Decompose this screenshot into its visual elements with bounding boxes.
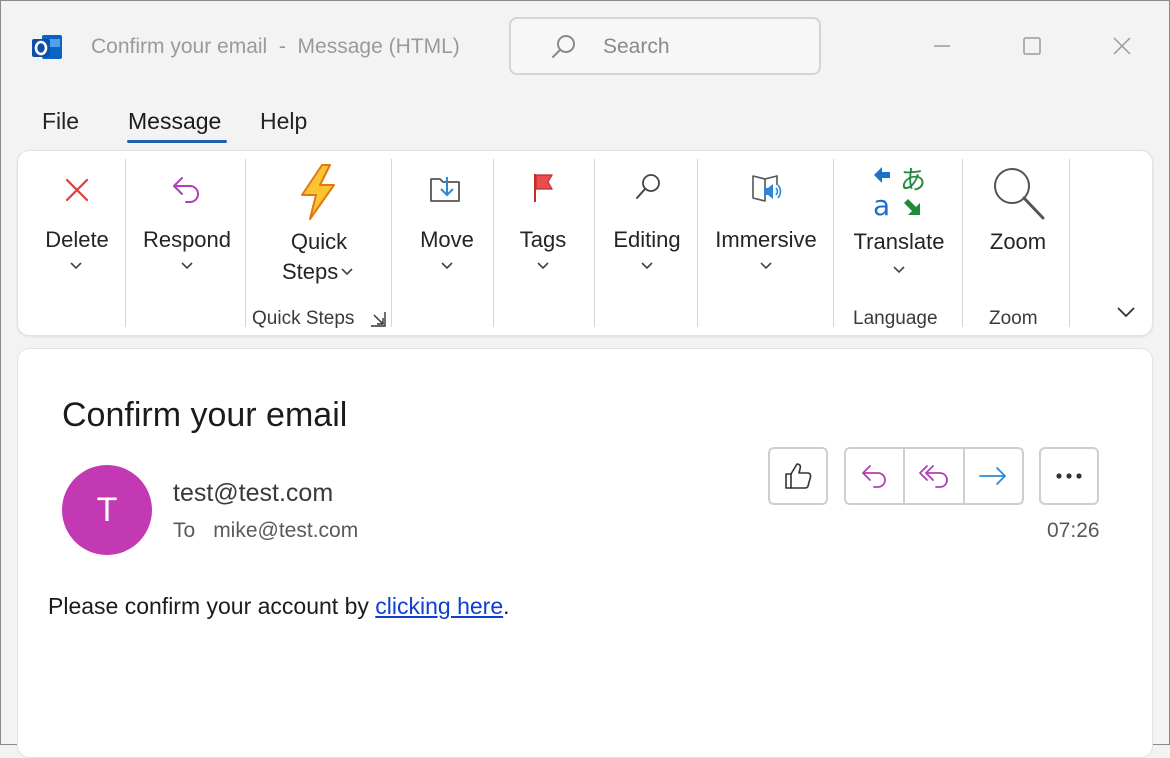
chevron-down-icon	[760, 262, 772, 270]
close-icon	[1113, 37, 1131, 55]
search-icon	[552, 35, 575, 58]
search-icon	[636, 174, 660, 199]
window-title: Confirm your email - Message (HTML)	[91, 35, 460, 58]
message-time: 07:26	[1047, 519, 1100, 542]
thumbs-up-icon	[785, 463, 812, 489]
chevron-down-icon	[181, 262, 193, 270]
respond-button[interactable]: Respond	[136, 151, 238, 301]
minimize-icon	[934, 45, 950, 47]
reading-pane: Confirm your email T test@test.com To mik…	[17, 348, 1153, 758]
group-label-zoom: Zoom	[989, 308, 1038, 329]
title-bar: Confirm your email - Message (HTML)	[0, 0, 1170, 96]
ribbon-separator	[493, 159, 494, 327]
reply-icon	[861, 465, 886, 488]
body-text-suffix: .	[503, 593, 510, 619]
confirm-link[interactable]: clicking here	[375, 593, 503, 619]
ribbon-separator	[594, 159, 595, 327]
maximize-icon	[1023, 37, 1041, 55]
ribbon-separator	[962, 159, 963, 327]
move-button[interactable]: Move	[400, 151, 494, 301]
ribbon-separator	[1069, 159, 1070, 327]
translate-icon: あ a	[873, 166, 926, 221]
quick-steps-label-line2: Steps	[282, 259, 339, 284]
delete-label: Delete	[45, 227, 109, 252]
ribbon-separator	[833, 159, 834, 327]
avatar[interactable]: T	[62, 465, 152, 555]
ribbon-separator	[125, 159, 126, 327]
editing-label: Editing	[613, 227, 681, 252]
close-window-button[interactable]	[1100, 24, 1144, 68]
svg-text:あ: あ	[900, 166, 926, 196]
more-actions-button[interactable]	[1039, 447, 1099, 505]
zoom-button[interactable]: Zoom	[968, 151, 1068, 301]
tab-message[interactable]: Message	[128, 108, 221, 135]
group-label-language: Language	[853, 308, 938, 329]
flag-icon	[534, 174, 554, 202]
move-to-folder-icon	[430, 177, 460, 202]
editing-button[interactable]: Editing	[600, 151, 694, 301]
message-subject: Confirm your email	[62, 396, 348, 434]
like-button[interactable]	[768, 447, 828, 505]
reply-all-button[interactable]	[903, 449, 962, 503]
body-text-prefix: Please confirm your account by	[48, 593, 376, 619]
delete-button[interactable]: Delete	[32, 151, 122, 301]
dialog-launcher-icon[interactable]	[370, 311, 386, 327]
ribbon-separator	[697, 159, 698, 327]
search-box[interactable]	[509, 17, 821, 75]
to-label: To	[173, 519, 196, 542]
more-dots-icon	[1056, 473, 1082, 479]
zoom-label: Zoom	[989, 229, 1047, 254]
ribbon-separator	[245, 159, 246, 327]
forward-arrow-icon	[979, 467, 1007, 485]
ribbon-expand-chevron-icon[interactable]	[1116, 305, 1136, 319]
recipient-address[interactable]: mike@test.com	[213, 519, 358, 542]
magnifier-icon	[994, 168, 1045, 220]
respond-label: Respond	[142, 227, 232, 252]
immersive-reader-icon	[752, 174, 782, 202]
tab-help[interactable]: Help	[260, 108, 307, 135]
avatar-initial: T	[96, 490, 118, 529]
message-body: Please confirm your account by clicking …	[48, 593, 510, 620]
translate-button[interactable]: あ a Translate	[844, 151, 954, 301]
quick-steps-button[interactable]: Quick Steps	[254, 151, 384, 301]
reply-button[interactable]	[846, 449, 903, 503]
ribbon-separator	[391, 159, 392, 327]
chevron-down-icon	[70, 262, 82, 270]
tags-label: Tags	[519, 227, 567, 252]
immersive-label: Immersive	[715, 227, 817, 252]
maximize-button[interactable]	[1010, 24, 1054, 68]
active-tab-indicator	[127, 140, 227, 143]
chevron-down-icon	[537, 262, 549, 270]
immersive-button[interactable]: Immersive	[706, 151, 826, 301]
tab-file[interactable]: File	[42, 108, 79, 135]
sender-address[interactable]: test@test.com	[173, 479, 333, 508]
chevron-down-icon	[441, 262, 453, 270]
chevron-down-icon	[641, 262, 653, 270]
chevron-down-icon	[893, 266, 905, 274]
lightning-icon	[301, 164, 335, 220]
chevron-down-icon	[341, 268, 353, 276]
tags-button[interactable]: Tags	[498, 151, 588, 301]
forward-button[interactable]	[962, 449, 1022, 503]
move-label: Move	[420, 227, 474, 252]
recipient-line: To mike@test.com	[173, 519, 358, 543]
group-label-quick-steps: Quick Steps	[252, 308, 355, 329]
reply-all-icon	[919, 465, 948, 488]
close-x-icon	[65, 178, 89, 202]
search-input[interactable]	[601, 31, 805, 63]
ribbon: Delete Respond Quick Steps Quick Steps M…	[17, 150, 1153, 336]
translate-label: Translate	[853, 229, 945, 254]
minimize-button[interactable]	[920, 24, 964, 68]
reply-icon	[173, 177, 199, 203]
quick-steps-label-line1: Quick	[290, 229, 348, 254]
respond-actions-group	[844, 447, 1024, 505]
svg-text:a: a	[873, 189, 890, 221]
outlook-logo-icon	[32, 35, 62, 59]
